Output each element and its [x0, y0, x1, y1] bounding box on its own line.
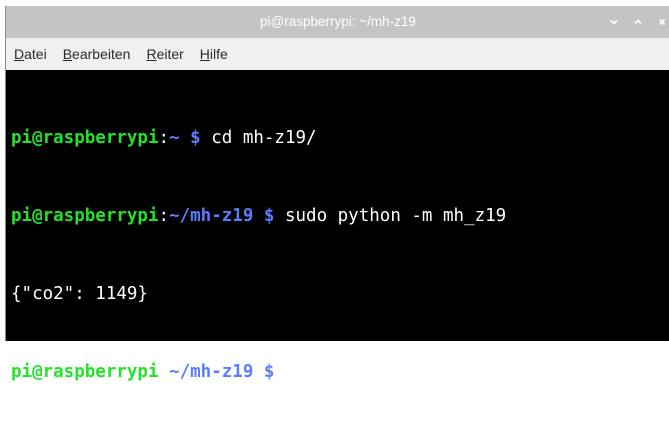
terminal-output[interactable]: pi@raspberrypi:~ $ cd mh-z19/ pi@raspber…: [6, 70, 669, 382]
menu-reiter[interactable]: Reiter: [146, 46, 183, 62]
chevron-down-icon: [610, 19, 618, 25]
menu-bar: Datei Bearbeiten Reiter Hilfe: [6, 38, 669, 70]
close-button[interactable]: [656, 16, 668, 28]
window-title: pi@raspberrypi: ~/mh-z19: [260, 14, 416, 29]
prompt-path: ~/mh-z19: [169, 362, 254, 382]
prompt-symbol: $: [253, 206, 285, 226]
prompt-user-host: pi@raspberrypi: [11, 206, 159, 226]
window-controls: [608, 6, 668, 38]
prompt-symbol: $: [253, 362, 285, 382]
prompt-user-host: pi@raspberrypi: [11, 128, 159, 148]
terminal-cursor: [284, 360, 296, 381]
command-text: sudo python -m mh_z19: [284, 206, 507, 226]
command-output: {"co2": 1149}: [11, 284, 148, 304]
terminal-line: pi@raspberrypi:~ $ cd mh-z19/: [11, 125, 669, 151]
title-bar[interactable]: pi@raspberrypi: ~/mh-z19: [6, 6, 669, 38]
command-text: cd mh-z19/: [211, 128, 317, 148]
prompt-user-host: pi@raspberrypi: [11, 362, 159, 382]
minimize-button[interactable]: [608, 16, 620, 28]
terminal-line: pi@raspberrypi:~/mh-z19 $: [11, 359, 669, 385]
prompt-symbol: $: [179, 128, 212, 148]
menu-bearbeiten[interactable]: Bearbeiten: [63, 46, 131, 62]
terminal-window: pi@raspberrypi: ~/mh-z19 Datei Bearbeite…: [5, 6, 669, 382]
prompt-separator: :: [158, 128, 170, 148]
chevron-up-icon: [634, 19, 642, 25]
maximize-button[interactable]: [632, 16, 644, 28]
terminal-line: {"co2": 1149}: [11, 281, 669, 307]
prompt-separator: :: [158, 206, 170, 226]
menu-datei[interactable]: Datei: [14, 46, 47, 62]
terminal-line: pi@raspberrypi:~/mh-z19 $ sudo python -m…: [11, 203, 669, 229]
prompt-path: ~/mh-z19: [169, 206, 254, 226]
prompt-separator: :: [158, 362, 170, 382]
menu-hilfe[interactable]: Hilfe: [200, 46, 228, 62]
close-icon: [658, 18, 666, 26]
prompt-path: ~: [169, 128, 180, 148]
